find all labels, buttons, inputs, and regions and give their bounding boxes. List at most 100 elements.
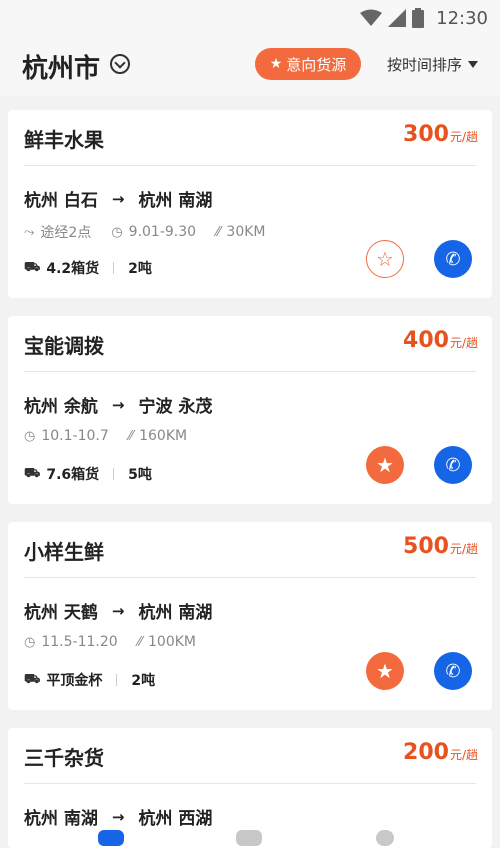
route-arrow-icon: → (111, 601, 125, 620)
route-to: 宁波 永茂 (138, 397, 213, 417)
triangle-down-icon (468, 61, 478, 68)
phone-call-icon[interactable]: ✆ (434, 446, 472, 484)
route-from: 杭州 白石 (24, 191, 98, 211)
price-unit: 元/趟 (449, 542, 478, 556)
divider (24, 783, 476, 784)
tab-message-icon[interactable] (236, 830, 262, 846)
distance-label: 100KM (148, 634, 196, 650)
sort-label: 按时间排序 (386, 56, 462, 74)
clock-icon: ◷ (24, 634, 36, 650)
weight: 2吨 (131, 673, 156, 689)
route-from: 杭州 余航 (24, 397, 98, 417)
price-unit: 元/趟 (449, 336, 478, 350)
status-bar: 12:30 (0, 0, 500, 36)
route: 杭州 余航 → 宁波 永茂 (24, 392, 213, 418)
top-bar: 杭州市 ★ 意向货源 按时间排序 (0, 36, 500, 96)
route-arrow-icon: → (111, 395, 125, 414)
date-range: ◷ 10.1-10.7 (24, 428, 109, 444)
price-value: 200 (403, 740, 449, 765)
separator (113, 262, 115, 274)
date-range-label: 11.5-11.20 (41, 634, 118, 650)
clock-icon: ◷ (111, 224, 123, 240)
divider (24, 577, 476, 578)
weight: 2吨 (128, 261, 152, 277)
card-price: 500 元/趟 (403, 534, 478, 559)
bottom-tab-bar (0, 826, 500, 846)
route: 杭州 天鹤 → 杭州 南湖 (24, 598, 213, 624)
wifi-icon (360, 9, 383, 26)
route-icon: ⤳ (24, 224, 35, 240)
truck-icon: ⛟ (24, 465, 41, 481)
sort-button[interactable]: 按时间排序 (387, 54, 478, 75)
clock-icon: ◷ (24, 428, 36, 444)
date-range: ◷ 9.01-9.30 (111, 224, 196, 240)
route-arrow-icon: → (111, 807, 125, 826)
battery-icon (412, 8, 425, 28)
intent-goods-label: 意向货源 (286, 55, 347, 74)
price-unit: 元/趟 (449, 130, 478, 144)
date-range: ◷ 11.5-11.20 (24, 634, 118, 650)
tab-profile-icon[interactable] (376, 830, 394, 846)
divider (24, 165, 476, 166)
freight-card[interactable]: 宝能调拨 400 元/趟 杭州 余航 → 宁波 永茂 ◷ 10.1-10.7 ⁄… (8, 316, 492, 504)
route: 杭州 白石 → 杭州 南湖 (24, 186, 213, 212)
card-price: 400 元/趟 (403, 328, 478, 353)
card-title: 宝能调拨 (24, 334, 104, 358)
card-title: 小样生鲜 (24, 540, 104, 564)
card-price: 200 元/趟 (403, 740, 478, 765)
favorite-star-icon[interactable]: ☆ (366, 240, 404, 278)
road-icon: ⁄⁄ (216, 224, 221, 240)
divider (24, 371, 476, 372)
phone-call-icon[interactable]: ✆ (434, 240, 472, 278)
freight-card[interactable]: 鲜丰水果 300 元/趟 杭州 白石 → 杭州 南湖 ⤳ 途经2点 ◷ 9.01… (8, 110, 492, 298)
favorite-star-icon[interactable]: ★ (366, 652, 404, 690)
phone-call-icon[interactable]: ✆ (434, 652, 472, 690)
card-title: 三千杂货 (24, 746, 104, 770)
freight-card[interactable]: 小样生鲜 500 元/趟 杭州 天鹤 → 杭州 南湖 ◷ 11.5-11.20 … (8, 522, 492, 710)
card-spec: ⛟ 平顶金杯 2吨 (24, 670, 155, 690)
route-arrow-icon: → (111, 189, 125, 208)
price-value: 300 (403, 122, 449, 147)
via-points-label: 途经2点 (40, 225, 92, 241)
intent-goods-button[interactable]: ★ 意向货源 (255, 48, 361, 80)
price-unit: 元/趟 (449, 748, 478, 762)
vehicle-type: 7.6箱货 (46, 467, 100, 483)
date-range-label: 9.01-9.30 (128, 224, 197, 240)
vehicle-type: 4.2箱货 (46, 261, 100, 277)
price-value: 500 (403, 534, 449, 559)
separator (113, 468, 115, 480)
card-price: 300 元/趟 (403, 122, 478, 147)
road-icon: ⁄⁄ (137, 634, 142, 650)
favorite-star-icon[interactable]: ★ (366, 446, 404, 484)
star-icon: ★ (269, 56, 283, 72)
route-to: 杭州 南湖 (138, 191, 213, 211)
city-selector-label[interactable]: 杭州市 (22, 48, 100, 85)
via-points: ⤳ 途经2点 (24, 222, 91, 242)
status-icons: 12:30 (360, 6, 488, 30)
distance: ⁄⁄ 100KM (138, 634, 196, 650)
price-value: 400 (403, 328, 449, 353)
card-meta: ⤳ 途经2点 ◷ 9.01-9.30 ⁄⁄ 30KM (24, 222, 266, 242)
tab-home-icon[interactable] (98, 830, 124, 846)
card-title: 鲜丰水果 (24, 128, 104, 152)
vehicle-type: 平顶金杯 (46, 673, 103, 689)
truck-icon: ⛟ (24, 671, 41, 687)
route-from: 杭州 天鹤 (24, 603, 98, 623)
distance-label: 30KM (226, 224, 266, 240)
date-range-label: 10.1-10.7 (41, 428, 109, 444)
card-meta: ◷ 10.1-10.7 ⁄⁄ 160KM (24, 428, 187, 444)
distance: ⁄⁄ 30KM (216, 224, 265, 240)
distance: ⁄⁄ 160KM (129, 428, 187, 444)
card-meta: ◷ 11.5-11.20 ⁄⁄ 100KM (24, 634, 196, 650)
card-spec: ⛟ 7.6箱货 5吨 (24, 464, 152, 484)
status-time: 12:30 (436, 7, 488, 29)
weight: 5吨 (128, 467, 152, 483)
truck-icon: ⛟ (24, 259, 41, 275)
card-spec: ⛟ 4.2箱货 2吨 (24, 258, 152, 278)
route-to: 杭州 南湖 (138, 603, 213, 623)
road-icon: ⁄⁄ (128, 428, 134, 444)
separator (116, 674, 118, 686)
signal-icon (388, 9, 407, 27)
chevron-down-circle-icon[interactable] (110, 54, 130, 74)
distance-label: 160KM (139, 428, 188, 444)
